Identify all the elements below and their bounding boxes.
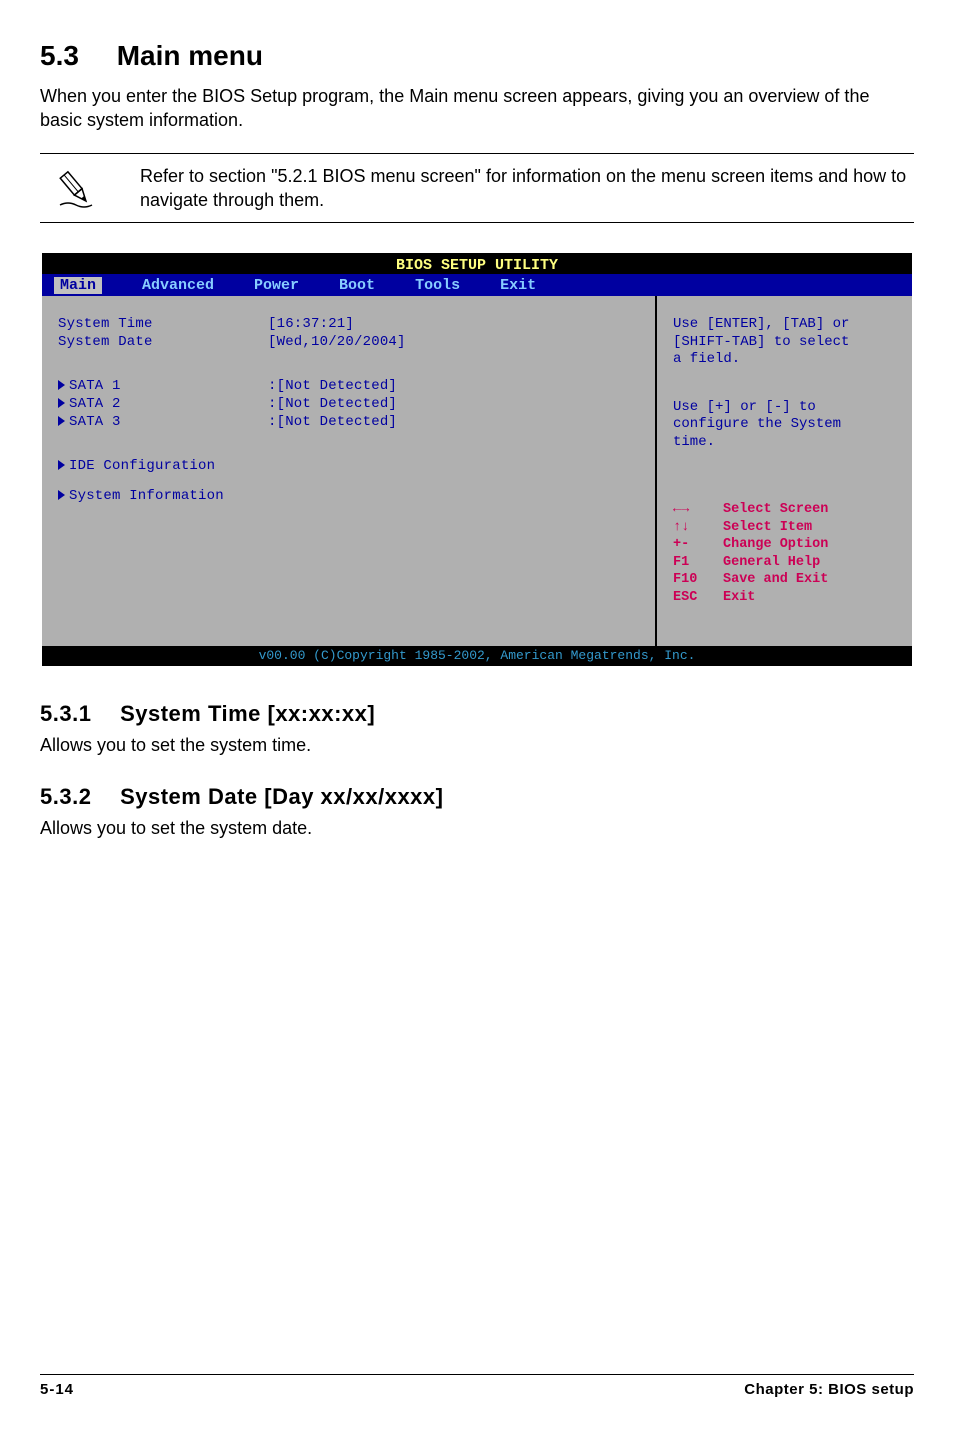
value-sata3: :[Not Detected]	[268, 414, 397, 430]
row-system-date[interactable]: System Date [Wed,10/20/2004]	[58, 334, 639, 350]
row-sata2[interactable]: SATA 2 :[Not Detected]	[58, 396, 639, 412]
bios-main-panel: System Time [16:37:21] System Date [Wed,…	[42, 296, 657, 646]
sata-group: SATA 1 :[Not Detected] SATA 2 :[Not Dete…	[58, 378, 639, 430]
subsection-title: System Date [Day xx/xx/xxxx]	[120, 784, 443, 810]
bios-tab-exit[interactable]: Exit	[500, 277, 536, 294]
value-sata1: :[Not Detected]	[268, 378, 397, 394]
subsection-number: 5.3.1	[40, 701, 91, 727]
subsection-531-heading: 5.3.1 System Time [xx:xx:xx]	[40, 701, 914, 727]
bios-help-panel: Use [ENTER], [TAB] or [SHIFT-TAB] to sel…	[657, 296, 912, 646]
subsection-532-body: Allows you to set the system date.	[40, 818, 914, 839]
row-ide-config[interactable]: IDE Configuration	[58, 458, 639, 474]
bios-window: BIOS SETUP UTILITY Main Advanced Power B…	[42, 253, 912, 666]
bios-tab-main[interactable]: Main	[54, 277, 102, 294]
section-title-text: Main menu	[117, 40, 263, 72]
subsection-531-body: Allows you to set the system time.	[40, 735, 914, 756]
value-sata2: :[Not Detected]	[268, 396, 397, 412]
triangle-icon	[58, 490, 65, 500]
submenu-group: IDE Configuration System Information	[58, 458, 639, 504]
bios-tab-boot[interactable]: Boot	[339, 277, 375, 294]
bios-tab-tools[interactable]: Tools	[415, 277, 460, 294]
triangle-icon	[58, 416, 65, 426]
row-sata3[interactable]: SATA 3 :[Not Detected]	[58, 414, 639, 430]
key-row: +-Change Option	[673, 536, 896, 554]
subsection-532-heading: 5.3.2 System Date [Day xx/xx/xxxx]	[40, 784, 914, 810]
label-sata1: SATA 1	[58, 378, 268, 394]
bios-tab-advanced[interactable]: Advanced	[142, 277, 214, 294]
value-system-time: [16:37:21]	[268, 316, 354, 332]
row-system-time[interactable]: System Time [16:37:21]	[58, 316, 639, 332]
help-text-top: Use [ENTER], [TAB] or [SHIFT-TAB] to sel…	[673, 316, 896, 369]
note-block: Refer to section "5.2.1 BIOS menu screen…	[40, 153, 914, 224]
label-sata3: SATA 3	[58, 414, 268, 430]
label-sata2: SATA 2	[58, 396, 268, 412]
bios-footer: v00.00 (C)Copyright 1985-2002, American …	[42, 646, 912, 666]
note-text: Refer to section "5.2.1 BIOS menu screen…	[140, 164, 914, 213]
key-row: ←→Select Screen	[673, 501, 896, 519]
key-row: ↑↓Select Item	[673, 519, 896, 537]
page-number: 5-14	[40, 1381, 74, 1398]
bios-header: BIOS SETUP UTILITY	[42, 253, 912, 274]
page-footer: 5-14 Chapter 5: BIOS setup	[40, 1374, 914, 1398]
bios-tab-power[interactable]: Power	[254, 277, 299, 294]
section-intro: When you enter the BIOS Setup program, t…	[40, 84, 914, 133]
row-sata1[interactable]: SATA 1 :[Not Detected]	[58, 378, 639, 394]
chapter-title: Chapter 5: BIOS setup	[744, 1381, 914, 1398]
section-heading: 5.3 Main menu	[40, 40, 914, 72]
subsection-title: System Time [xx:xx:xx]	[120, 701, 375, 727]
help-text-mid: Use [+] or [-] to configure the System t…	[673, 399, 896, 452]
triangle-icon	[58, 398, 65, 408]
bios-tab-bar: Main Advanced Power Boot Tools Exit	[42, 274, 912, 296]
system-information: System Information	[58, 488, 224, 504]
subsection-number: 5.3.2	[40, 784, 91, 810]
bios-key-legend: ←→Select Screen ↑↓Select Item +-Change O…	[673, 501, 896, 606]
section-number: 5.3	[40, 40, 79, 72]
triangle-icon	[58, 380, 65, 390]
row-system-info[interactable]: System Information	[58, 488, 639, 504]
label-system-date: System Date	[58, 334, 268, 350]
ide-configuration: IDE Configuration	[58, 458, 215, 474]
label-system-time: System Time	[58, 316, 268, 332]
bios-body: System Time [16:37:21] System Date [Wed,…	[42, 296, 912, 646]
key-row: F1General Help	[673, 554, 896, 572]
value-system-date: [Wed,10/20/2004]	[268, 334, 406, 350]
key-row: ESCExit	[673, 589, 896, 607]
key-row: F10Save and Exit	[673, 571, 896, 589]
triangle-icon	[58, 460, 65, 470]
pencil-icon	[40, 165, 110, 211]
